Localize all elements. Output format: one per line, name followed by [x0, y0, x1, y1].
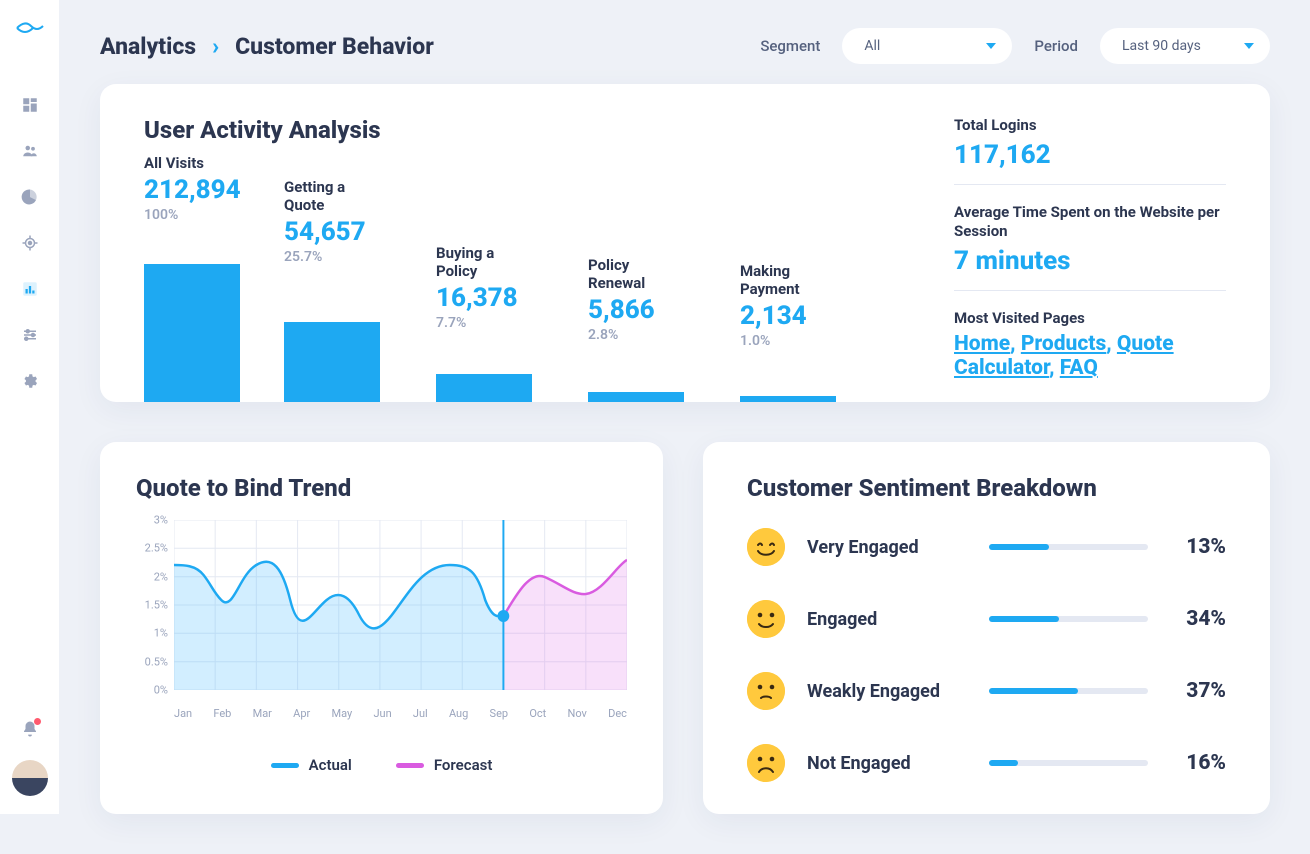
most-visited-label: Most Visited Pages: [954, 309, 1226, 329]
trend-legend: Actual Forecast: [136, 756, 627, 774]
chevron-down-icon: [986, 43, 996, 49]
sentiment-emoji-icon: [747, 528, 785, 566]
sentiment-row: Very Engaged 13%: [747, 528, 1226, 566]
chevron-down-icon: [1244, 43, 1254, 49]
breadcrumb: Analytics › Customer Behavior: [100, 33, 434, 60]
sentiment-bar: [989, 688, 1148, 694]
total-logins-label: Total Logins: [954, 116, 1226, 136]
avg-time-value: 7 minutes: [954, 246, 1226, 276]
period-label: Period: [1034, 37, 1078, 55]
segment-label: Segment: [760, 37, 820, 55]
page-header: Analytics › Customer Behavior Segment Al…: [60, 0, 1310, 84]
sentiment-row: Not Engaged 16%: [747, 744, 1226, 782]
segment-dropdown[interactable]: All: [842, 28, 1012, 64]
nav-filters-icon[interactable]: [12, 317, 48, 353]
avg-time-label: Average Time Spent on the Website per Se…: [954, 203, 1226, 242]
user-activity-card: User Activity Analysis All Visits 212,89…: [100, 84, 1270, 402]
trend-title: Quote to Bind Trend: [136, 474, 627, 502]
period-dropdown[interactable]: Last 90 days: [1100, 28, 1270, 64]
legend-actual: Actual: [271, 756, 352, 774]
legend-forecast: Forecast: [396, 756, 493, 774]
sentiment-label: Engaged: [807, 609, 967, 630]
period-value: Last 90 days: [1122, 38, 1201, 54]
trend-chart: 3% 2.5% 2% 1.5% 1% 0.5% 0%: [136, 520, 627, 720]
sentiment-pct: 34%: [1170, 607, 1226, 631]
most-visited-pages: Home, Products, Quote Calculator, FAQ: [954, 332, 1226, 380]
chevron-right-icon: ›: [212, 33, 219, 60]
sentiment-label: Not Engaged: [807, 753, 967, 774]
app-logo: [15, 18, 45, 42]
user-avatar[interactable]: [12, 760, 48, 796]
page-link-home[interactable]: Home: [954, 332, 1010, 356]
sentiment-label: Weakly Engaged: [807, 681, 967, 702]
page-link-products[interactable]: Products: [1021, 332, 1106, 356]
sentiment-card: Customer Sentiment Breakdown Very Engage…: [703, 442, 1270, 814]
funnel-step: All Visits 212,894 100%: [144, 162, 284, 402]
sentiment-label: Very Engaged: [807, 537, 967, 558]
funnel-step: Policy Renewal 5,866 2.8%: [588, 162, 740, 402]
sentiment-pct: 16%: [1170, 751, 1226, 775]
page-link-faq[interactable]: FAQ: [1060, 356, 1098, 380]
sentiment-pct: 13%: [1170, 535, 1226, 559]
sentiment-emoji-icon: [747, 744, 785, 782]
sidebar: [0, 0, 60, 814]
activity-title: User Activity Analysis: [144, 116, 926, 144]
sentiment-row: Weakly Engaged 37%: [747, 672, 1226, 710]
sentiment-pct: 37%: [1170, 679, 1226, 703]
breadcrumb-page: Customer Behavior: [235, 33, 434, 60]
nav-settings-icon[interactable]: [12, 363, 48, 399]
nav-users-icon[interactable]: [12, 133, 48, 169]
funnel-step: Getting a Quote 54,657 25.7%: [284, 162, 436, 402]
sentiment-emoji-icon: [747, 672, 785, 710]
sentiment-bar: [989, 544, 1148, 550]
activity-stats: Total Logins 117,162 Average Time Spent …: [926, 116, 1226, 402]
sentiment-row: Engaged 34%: [747, 600, 1226, 638]
funnel-step: Making Payment 2,134 1.0%: [740, 162, 892, 402]
funnel-step: Buying a Policy 16,378 7.7%: [436, 162, 588, 402]
nav-target-icon[interactable]: [12, 225, 48, 261]
segment-value: All: [864, 38, 880, 54]
nav-dashboard-icon[interactable]: [12, 87, 48, 123]
sentiment-bar: [989, 760, 1148, 766]
nav-pie-icon[interactable]: [12, 179, 48, 215]
sentiment-emoji-icon: [747, 600, 785, 638]
notifications-icon[interactable]: [21, 720, 39, 742]
breadcrumb-section[interactable]: Analytics: [100, 33, 196, 60]
quote-to-bind-card: Quote to Bind Trend 3% 2.5% 2% 1.5% 1% 0…: [100, 442, 663, 814]
sentiment-title: Customer Sentiment Breakdown: [747, 474, 1226, 502]
nav-analytics-icon[interactable]: [12, 271, 48, 307]
activity-funnel-chart: All Visits 212,894 100% Getting a Quote …: [144, 162, 926, 402]
notification-dot: [34, 718, 41, 725]
total-logins-value: 117,162: [954, 140, 1226, 170]
sentiment-bar: [989, 616, 1148, 622]
